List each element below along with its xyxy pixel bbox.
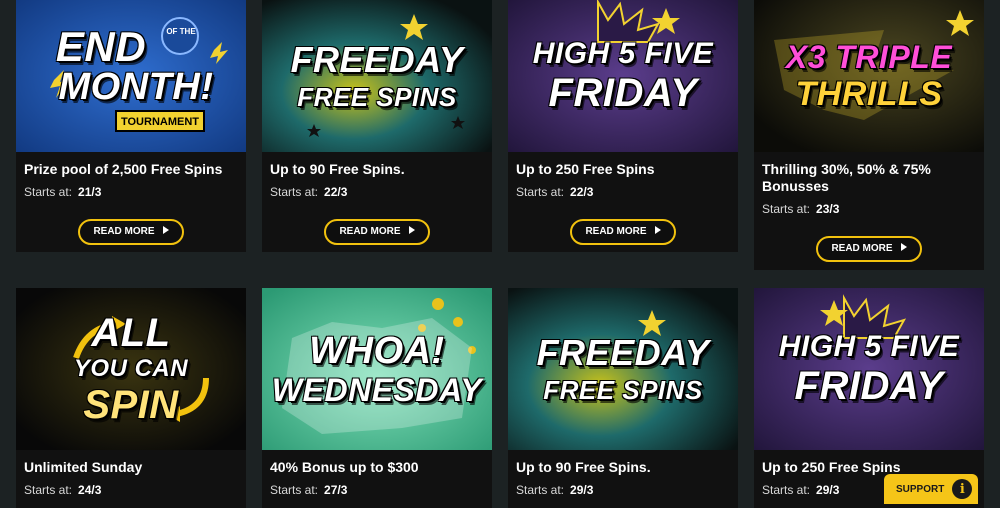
starts-label: Starts at: [516,185,565,199]
play-arrow-icon [162,226,169,235]
starts-value: 29/3 [816,483,840,497]
promo-start-date: Starts at: 21/3 [24,185,238,199]
promo-title: Unlimited Sunday [24,459,143,475]
starts-label: Starts at: [516,483,565,497]
promo-card: END MONTH! OF THE TOURNAMENT Prize pool … [16,0,246,252]
promo-banner-all-you-can-spin[interactable]: ALL YOU CAN SPIN [16,288,246,450]
promo-start-date: Starts at: 22/3 [270,185,484,199]
banner-text: FREE SPINS [297,82,457,112]
starts-value: 23/3 [816,202,840,216]
promo-banner-freeday[interactable]: FREEDAY FREE SPINS [262,0,492,152]
promo-start-date: Starts at: 29/3 [516,483,730,497]
support-label: SUPPORT [896,483,945,495]
banner-text: WEDNESDAY [271,372,483,408]
promo-card: X3 TRIPLE THRILLS Thrilling 30%, 50% & 7… [754,0,984,270]
banner-text: FRIDAY [794,364,944,408]
banner-text: THRILLS [795,75,943,113]
starts-value: 22/3 [324,185,348,199]
starts-value: 21/3 [78,185,102,199]
read-more-label: READ MORE [339,226,401,237]
promo-card: HIGH 5 FIVE FRIDAY Up to 250 Free Spins … [508,0,738,252]
starts-label: Starts at: [270,483,319,497]
read-more-label: READ MORE [93,226,155,237]
promo-banner-high-five-friday[interactable]: HIGH 5 FIVE FRIDAY [754,288,984,450]
banner-text: ALL [91,311,171,355]
read-more-label: READ MORE [585,226,647,237]
starts-value: 27/3 [324,483,348,497]
banner-text: X3 TRIPLE [785,39,953,75]
read-more-button[interactable]: READ MORE [816,236,922,262]
promo-start-date: Starts at: 23/3 [762,202,976,216]
promo-title: Up to 250 Free Spins [516,161,655,177]
banner-text: MONTH! [58,66,214,108]
promo-title: Thrilling 30%, 50% & 75% Bonusses [762,161,931,194]
promo-title: 40% Bonus up to $300 [270,459,419,475]
play-arrow-icon [900,243,907,252]
starts-value: 22/3 [570,185,594,199]
starts-label: Starts at: [762,202,811,216]
banner-text: FREEDAY [536,332,710,373]
banner-small-text: TOURNAMENT [120,116,199,128]
read-more-button[interactable]: READ MORE [324,219,430,245]
play-arrow-icon [408,226,415,235]
play-arrow-icon [654,226,661,235]
banner-text: FREEDAY [290,39,464,80]
starts-label: Starts at: [24,483,73,497]
banner-text: WHOA! [309,330,445,372]
starts-label: Starts at: [24,185,73,199]
read-more-button[interactable]: READ MORE [78,219,184,245]
starts-label: Starts at: [270,185,319,199]
promo-start-date: Starts at: 24/3 [24,483,238,497]
promo-start-date: Starts at: 22/3 [516,185,730,199]
banner-text: SPIN [83,383,179,427]
promo-card: WHOA! WEDNESDAY 40% Bonus up to $300 Sta… [262,288,492,508]
banner-text: FREE SPINS [543,375,703,405]
promo-banner-freeday[interactable]: FREEDAY FREE SPINS [508,288,738,450]
support-button[interactable]: SUPPORT i [884,474,978,504]
promo-card: FREEDAY FREE SPINS Up to 90 Free Spins. … [262,0,492,252]
promo-title: Up to 90 Free Spins. [516,459,651,475]
starts-value: 24/3 [78,483,102,497]
promo-start-date: Starts at: 27/3 [270,483,484,497]
banner-text: HIGH 5 FIVE [778,330,960,363]
banner-text: HIGH 5 FIVE [532,37,714,70]
promo-banner-triple-thrills[interactable]: X3 TRIPLE THRILLS [754,0,984,152]
promo-banner-end-of-month[interactable]: END MONTH! OF THE TOURNAMENT [16,0,246,152]
info-icon: i [952,479,973,499]
banner-text: FRIDAY [548,71,698,115]
promo-title: Up to 90 Free Spins. [270,161,405,177]
read-more-label: READ MORE [831,243,893,254]
starts-label: Starts at: [762,483,811,497]
promo-card: FREEDAY FREE SPINS Up to 90 Free Spins. … [508,288,738,508]
banner-text: YOU CAN [73,355,189,382]
starts-value: 29/3 [570,483,594,497]
promo-title: Prize pool of 2,500 Free Spins [24,161,223,177]
promo-banner-high-five-friday[interactable]: HIGH 5 FIVE FRIDAY [508,0,738,152]
banner-small-text: OF THE [166,27,196,36]
read-more-button[interactable]: READ MORE [570,219,676,245]
promo-card: ALL YOU CAN SPIN Unlimited Sunday Starts… [16,288,246,508]
promo-banner-whoa-wednesday[interactable]: WHOA! WEDNESDAY [262,288,492,450]
